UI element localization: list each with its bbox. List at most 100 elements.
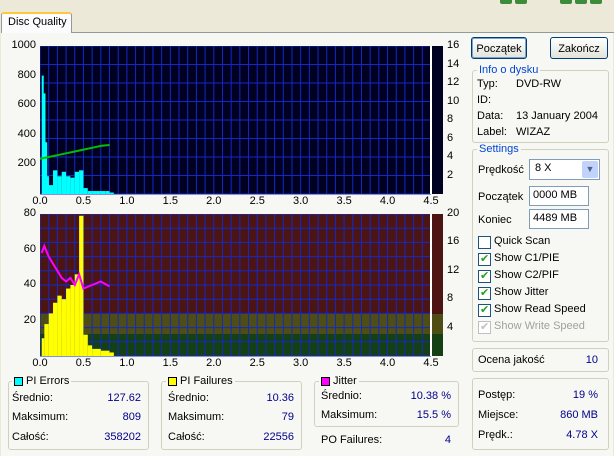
quality-label: Ocena jakość [478,354,545,366]
pi-errors-chart [40,46,443,195]
x-tick: 2.0 [206,357,222,369]
y-tick-right: 2 [447,168,454,181]
checkbox-label[interactable]: Show Read Speed [494,303,586,315]
jitter-max-label: Maksimum: [321,409,378,421]
tab-label: Disc Quality [8,16,67,28]
checkbox-label[interactable]: Show C2/PIF [494,269,559,281]
x-tick: 1.5 [162,357,178,369]
end-button[interactable]: Zakończ [550,37,608,59]
chart-bar [41,338,45,356]
pi-failures-swatch [168,376,177,386]
y-tick-right: 16 [447,235,460,248]
chart-bar [92,348,101,356]
jitter-max-value: 15.5 % [416,409,451,421]
x-tick: 3.5 [336,195,352,207]
chart-bar [57,176,62,194]
end-position-input[interactable]: 4489 MB [529,209,589,229]
x-tick: 0.0 [32,357,48,369]
y-tick-left: 1000 [11,39,36,51]
pi-errors-avg-value: 127.62 [107,392,141,404]
start-button[interactable]: Początek [471,37,527,59]
x-tick: 4.0 [379,195,396,207]
position-value: 860 MB [560,409,598,421]
chart-bar [74,171,80,194]
checkbox[interactable] [478,236,491,249]
y-tick-left: 600 [17,98,36,111]
y-tick-right: 12 [447,76,460,88]
chart-bar [61,299,67,356]
chart-bar [66,176,71,194]
chart-bar [45,142,48,194]
pi-failures-avg-label: Średnio: [168,392,209,404]
jitter-swatch [321,376,330,386]
read-speed-value: 4.78 X [566,429,598,441]
disc-label-value: WIZAZ [516,126,551,138]
pi-failures-max-value: 79 [281,411,294,423]
checkbox[interactable] [478,286,491,300]
window-control-edge [515,0,527,4]
chart-bar [70,177,75,194]
checkbox [478,320,491,334]
chart-bar [53,302,58,356]
y-tick-right: 6 [447,131,454,144]
disc-label-label: Label: [477,126,507,138]
pi-failures-legend: PI Failures [166,375,235,387]
chart-bar [87,345,93,356]
chart-bar [109,192,114,194]
jitter-avg-label: Średnio: [321,390,362,402]
tab-disc-quality[interactable]: Disc Quality [1,12,72,33]
pi-errors-total-value: 358202 [104,431,141,443]
checkbox[interactable] [478,269,491,283]
chart-bar [41,75,44,194]
chart-bar [100,350,110,356]
disc-date-label: Data: [477,110,504,122]
checkbox-label[interactable]: Show C1/PIE [494,252,559,264]
checkbox-label: Show Write Speed [494,320,585,332]
disc-type-label: Typ: [477,78,498,90]
chart-bar [61,171,67,194]
x-tick: 2.0 [206,195,222,207]
checkbox[interactable] [478,303,491,317]
chart-bar [48,313,54,356]
pi-failures-total-label: Całość: [168,431,205,443]
window-control-edge [560,0,572,4]
pi-errors-legend: PI Errors [12,375,72,387]
chart-bar [109,352,114,356]
window-control-edge [590,0,602,4]
y-tick-right: 14 [447,57,460,70]
end-position-label: Koniec [478,214,512,226]
chevron-down-icon[interactable]: ▼ [582,161,598,178]
pi-errors-total-label: Całość: [12,431,49,443]
pi-failures-avg-value: 10.36 [266,392,294,404]
x-tick: 3.0 [293,195,309,207]
start-position-input[interactable]: 0000 MB [529,186,589,206]
window-control-edge [500,0,512,4]
x-tick: 0.0 [32,195,48,207]
checkbox-label[interactable]: Show Jitter [494,286,548,298]
read-speed-label: Prędk.: [478,429,513,441]
jitter-title: Jitter [333,375,357,387]
chart-bar [43,93,46,194]
x-tick: 1.0 [119,195,135,207]
chart-bar [96,191,101,194]
chart-bar [105,191,110,194]
disc-date-value: 13 January 2004 [516,110,598,122]
settings-title: Settings [477,143,521,155]
y-tick-right: 12 [447,263,460,276]
chart-bar [46,176,49,194]
chart-bar [83,334,88,356]
chart-bar [74,274,80,356]
checkbox[interactable] [478,252,491,266]
jitter-legend: Jitter [319,375,359,387]
chart-bar [79,170,84,194]
x-tick: 4.0 [379,357,396,369]
checkbox-label[interactable]: Quick Scan [494,235,550,247]
y-tick-right: 8 [447,113,454,125]
y-tick-right: 20 [447,207,460,219]
chart-bar [70,285,75,356]
x-tick: 4.5 [423,195,439,207]
start-position-label: Początek [478,191,524,203]
y-tick-left: 200 [17,157,36,170]
y-tick-left: 400 [17,127,36,140]
speed-select[interactable]: 8 X ▼ [529,159,600,180]
